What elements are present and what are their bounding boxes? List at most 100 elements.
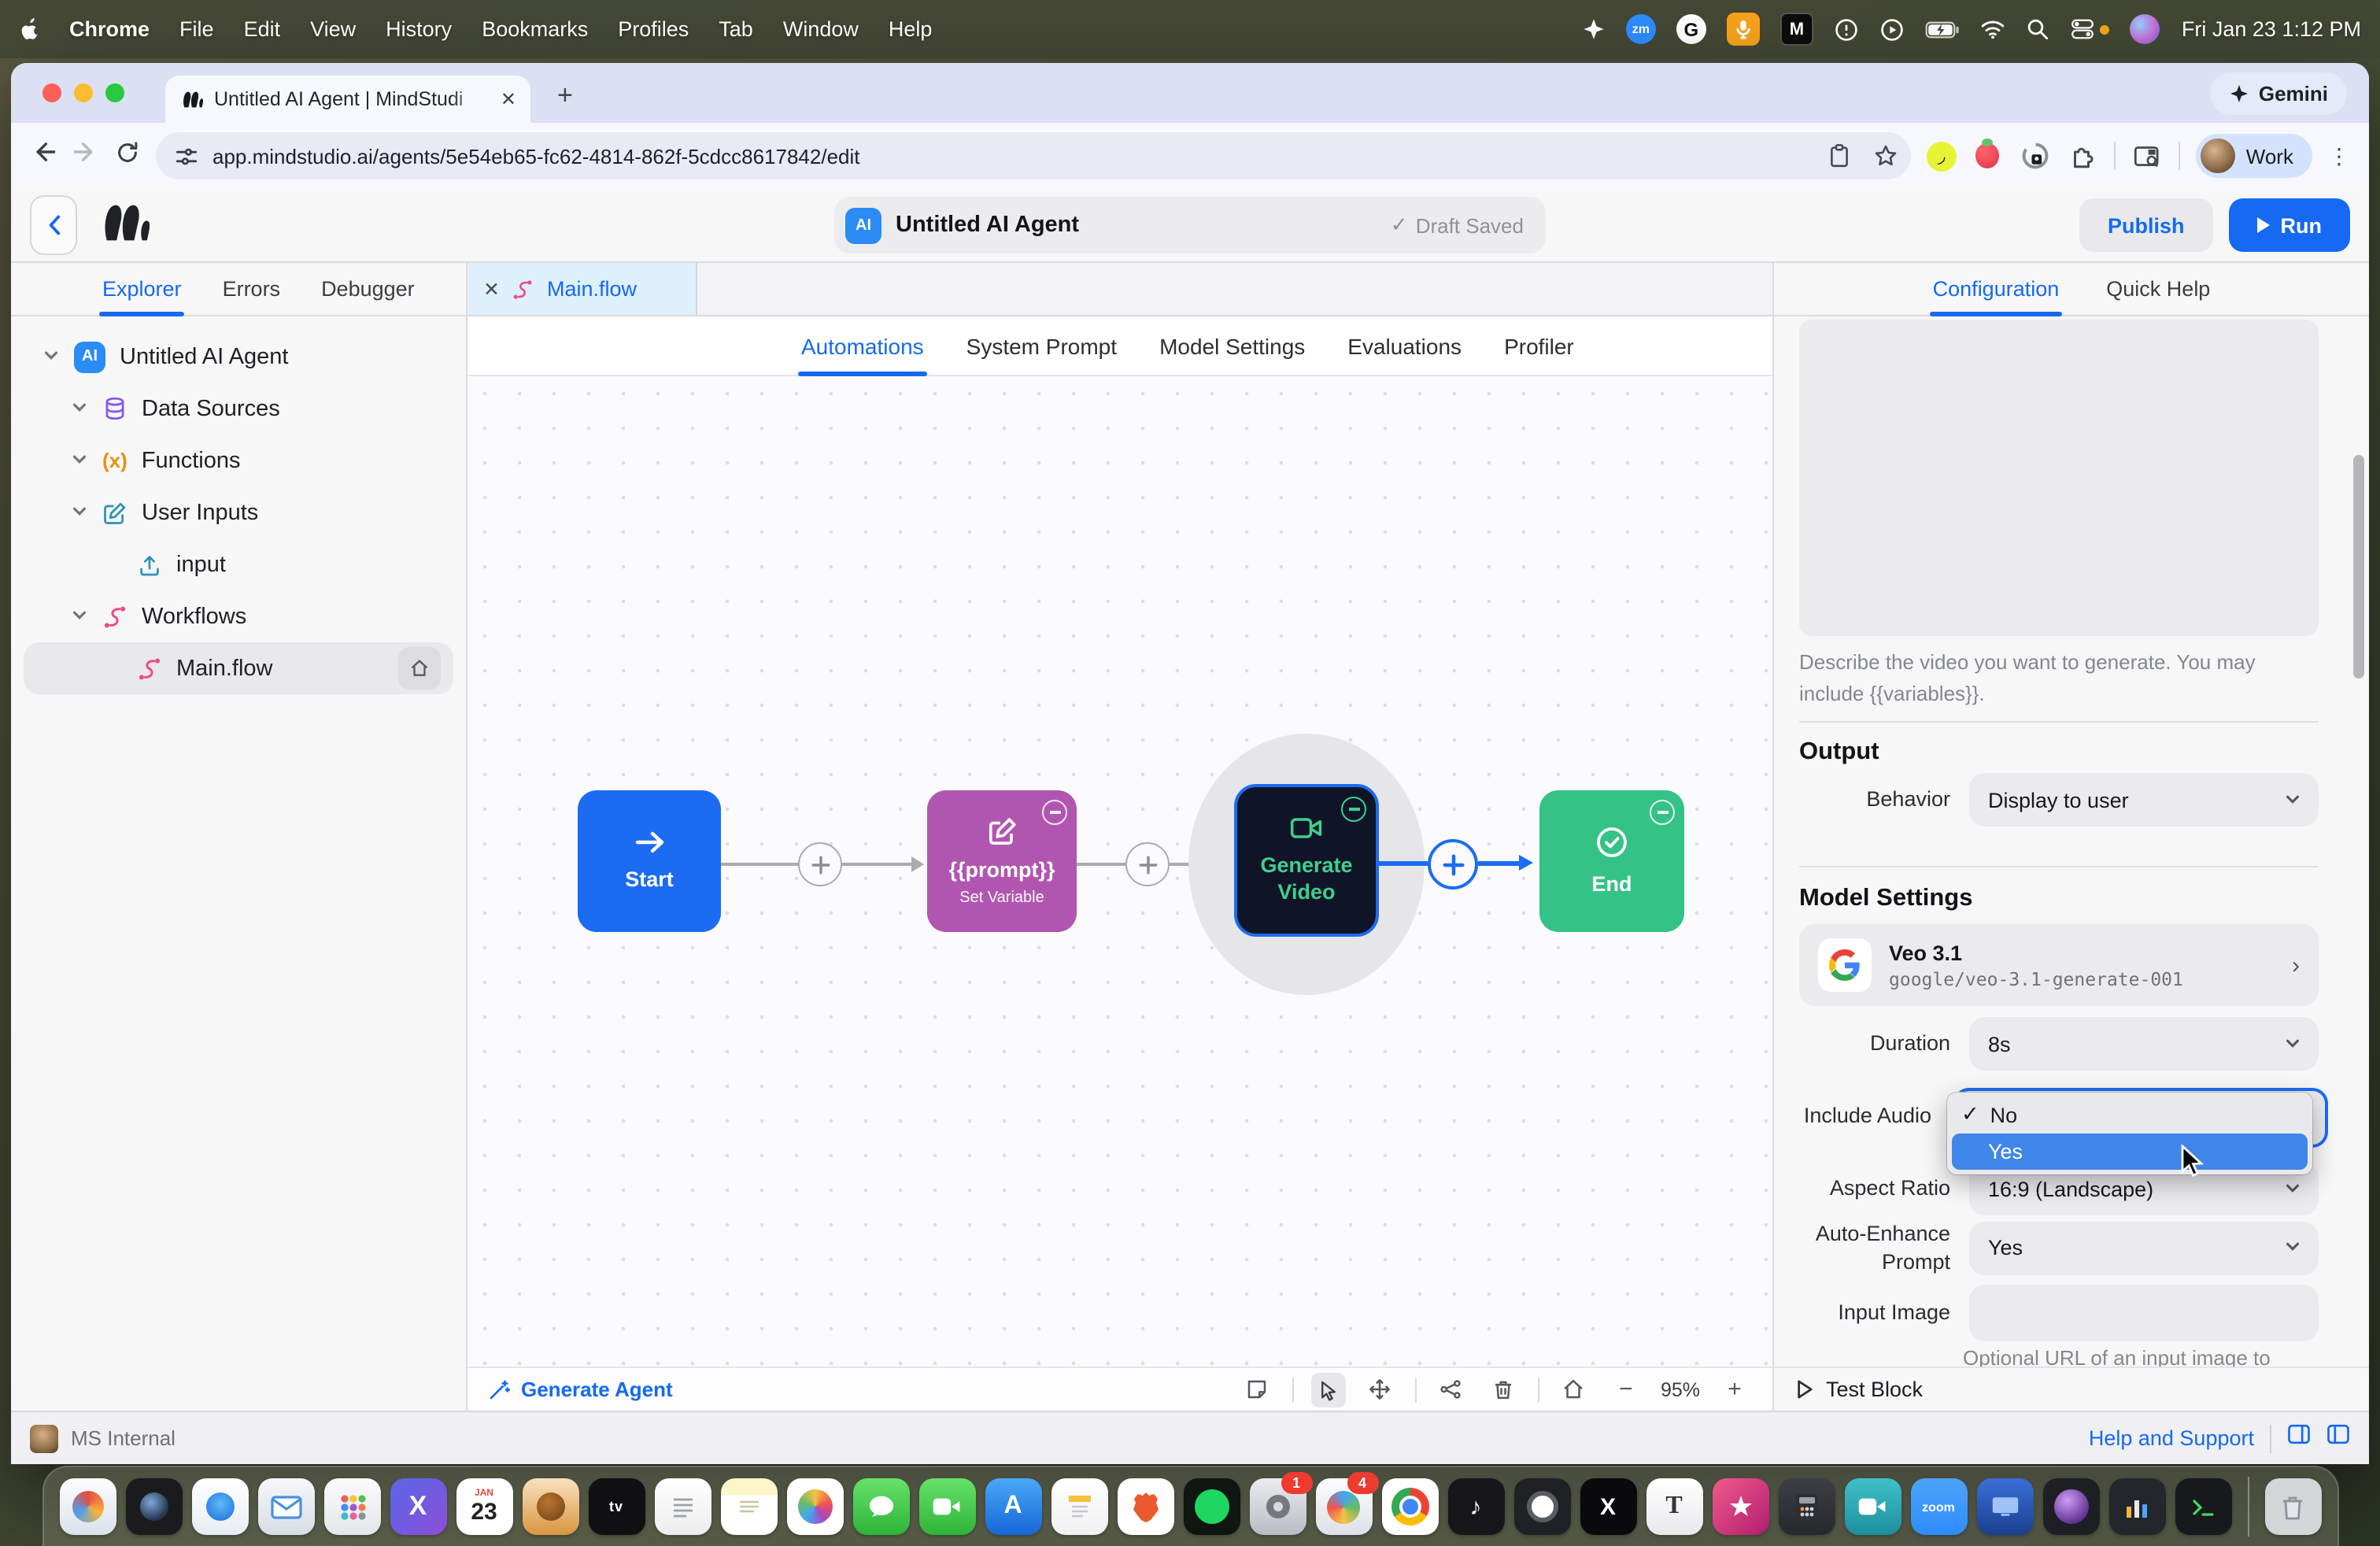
reload-icon[interactable] <box>115 139 140 172</box>
tab-explorer[interactable]: Explorer <box>98 263 186 316</box>
menu-profiles[interactable]: Profiles <box>618 17 689 41</box>
dock-imovie[interactable] <box>1712 1478 1768 1535</box>
extensions-puzzle-icon[interactable] <box>2067 140 2098 172</box>
reading-mode-icon[interactable] <box>2131 140 2163 172</box>
site-settings-icon[interactable] <box>175 144 198 168</box>
tab-evaluations[interactable]: Evaluations <box>1347 316 1462 375</box>
dock-music[interactable]: ♪ <box>1447 1478 1504 1535</box>
input-image-field[interactable] <box>1969 1285 2319 1341</box>
dock-notes-list[interactable] <box>654 1478 711 1535</box>
test-block-button[interactable]: Test Block <box>1774 1367 2369 1411</box>
dock-analytics-app[interactable] <box>2108 1478 2165 1535</box>
tab-quick-help[interactable]: Quick Help <box>2106 263 2210 315</box>
dock-chrome[interactable] <box>1381 1478 1438 1535</box>
home-flow-button[interactable] <box>398 647 441 690</box>
tab-configuration[interactable]: Configuration <box>1929 263 2063 316</box>
workflow-canvas[interactable]: Start {{prompt}} Set Variable Generate V… <box>468 376 1772 1367</box>
prompt-textarea[interactable] <box>1799 320 2319 636</box>
menu-help[interactable]: Help <box>889 17 933 41</box>
zoom-in-button[interactable]: + <box>1717 1372 1752 1407</box>
dock-terminal[interactable] <box>2175 1478 2231 1535</box>
duration-select[interactable]: 8s <box>1969 1017 2319 1071</box>
node-generate-video[interactable]: Generate Video <box>1234 784 1379 937</box>
tab-model-settings[interactable]: Model Settings <box>1159 316 1305 375</box>
gemini-button[interactable]: Gemini <box>2209 72 2347 115</box>
toggle-right-panel-icon[interactable] <box>2326 1423 2350 1453</box>
toggle-left-panel-icon[interactable] <box>2287 1423 2311 1453</box>
microphone-active-icon[interactable] <box>1726 13 1760 46</box>
behavior-select[interactable]: Display to user <box>1969 773 2319 827</box>
panel-scrollbar[interactable] <box>2353 455 2364 679</box>
clipboard-icon[interactable] <box>1824 140 1856 172</box>
dock-notes[interactable] <box>1051 1478 1107 1535</box>
siri-icon[interactable] <box>2129 14 2160 44</box>
zoom-out-button[interactable]: − <box>1609 1372 1643 1407</box>
node-start[interactable]: Start <box>578 790 721 932</box>
dock-apple-tv[interactable]: tv <box>588 1478 645 1535</box>
dock-app-store[interactable]: A <box>985 1478 1041 1535</box>
collapse-node-icon[interactable] <box>1341 797 1366 822</box>
dock-photos[interactable] <box>786 1478 843 1535</box>
dock-stickies[interactable] <box>720 1478 777 1535</box>
chrome-menu-icon[interactable]: ⋮ <box>2328 144 2350 166</box>
dock-trash[interactable] <box>2264 1478 2321 1535</box>
add-step-button[interactable] <box>798 842 842 886</box>
close-flow-tab-icon[interactable]: ✕ <box>483 277 500 301</box>
collapse-node-icon[interactable] <box>1650 800 1675 825</box>
run-button[interactable]: Run <box>2228 198 2350 252</box>
close-window-button[interactable] <box>42 83 61 102</box>
tree-item-input[interactable]: input <box>11 538 466 590</box>
dropdown-option-no[interactable]: ✓ No <box>1947 1096 2312 1134</box>
tab-system-prompt[interactable]: System Prompt <box>966 316 1117 375</box>
battery-icon[interactable] <box>1925 20 1960 39</box>
minimize-window-button[interactable] <box>74 83 93 102</box>
zoom-menubar-icon[interactable]: zm <box>1625 14 1656 44</box>
tab-close-icon[interactable]: ✕ <box>501 88 516 110</box>
dock-spotify[interactable] <box>1183 1478 1240 1535</box>
menu-tab[interactable]: Tab <box>719 17 753 41</box>
extension-1password-icon[interactable] <box>2020 140 2051 172</box>
profile-chip[interactable]: Work <box>2195 134 2312 178</box>
back-icon[interactable] <box>30 139 57 173</box>
tab-errors[interactable]: Errors <box>223 263 281 315</box>
generate-agent-button[interactable]: Generate Agent <box>488 1378 673 1401</box>
dock-x-social[interactable]: X <box>1580 1478 1636 1535</box>
dock-screenshot-app[interactable] <box>59 1478 116 1535</box>
home-view-tool[interactable] <box>1557 1372 1591 1407</box>
back-button[interactable] <box>30 195 77 255</box>
tree-item-user-inputs[interactable]: User Inputs <box>11 486 466 538</box>
menu-file[interactable]: File <box>179 17 214 41</box>
forward-icon[interactable] <box>72 139 99 173</box>
zoom-level[interactable]: 95% <box>1661 1378 1700 1400</box>
url-bar[interactable]: app.mindstudio.ai/agents/5e54eb65-fc62-4… <box>156 132 1911 179</box>
menu-history[interactable]: History <box>386 17 452 41</box>
dock-remote-desktop[interactable] <box>1976 1478 2033 1535</box>
node-set-variable[interactable]: {{prompt}} Set Variable <box>927 790 1077 932</box>
dock-facetime[interactable] <box>918 1478 975 1535</box>
menu-view[interactable]: View <box>310 17 356 41</box>
flow-tab-main[interactable]: ✕ Main.flow <box>468 263 697 315</box>
tree-item-functions[interactable]: (x) Functions <box>11 435 466 486</box>
collapse-node-icon[interactable] <box>1042 800 1067 825</box>
dock-textedit[interactable]: T <box>1646 1478 1702 1535</box>
tab-profiler[interactable]: Profiler <box>1504 316 1574 375</box>
agent-title-bar[interactable]: AI Untitled AI Agent ✓ Draft Saved <box>834 197 1546 253</box>
model-card[interactable]: Veo 3.1 google/veo-3.1-generate-001 › <box>1799 924 2319 1006</box>
tree-item-agent-root[interactable]: AI Untitled AI Agent <box>11 331 466 383</box>
tab-debugger[interactable]: Debugger <box>321 263 415 315</box>
extension-swoosh-icon[interactable]: ◞ <box>1926 141 1957 171</box>
tree-item-workflows[interactable]: Workflows <box>11 590 466 642</box>
apple-menu-icon[interactable] <box>19 15 39 43</box>
tree-item-data-sources[interactable]: Data Sources <box>11 383 466 435</box>
extension-strawberry-icon[interactable] <box>1972 139 2004 172</box>
dropdown-option-yes[interactable]: Yes <box>1952 1134 2308 1170</box>
chevron-down-icon[interactable] <box>42 344 60 369</box>
add-step-button[interactable] <box>1125 842 1170 886</box>
publish-button[interactable]: Publish <box>2079 198 2213 252</box>
play-circle-icon[interactable] <box>1879 17 1905 42</box>
dock-obs[interactable] <box>1513 1478 1570 1535</box>
tree-item-main-flow[interactable]: Main.flow <box>24 642 453 694</box>
dock-mail[interactable] <box>257 1478 314 1535</box>
wifi-icon[interactable] <box>1980 19 2005 39</box>
dock-calculator[interactable] <box>1778 1478 1835 1535</box>
